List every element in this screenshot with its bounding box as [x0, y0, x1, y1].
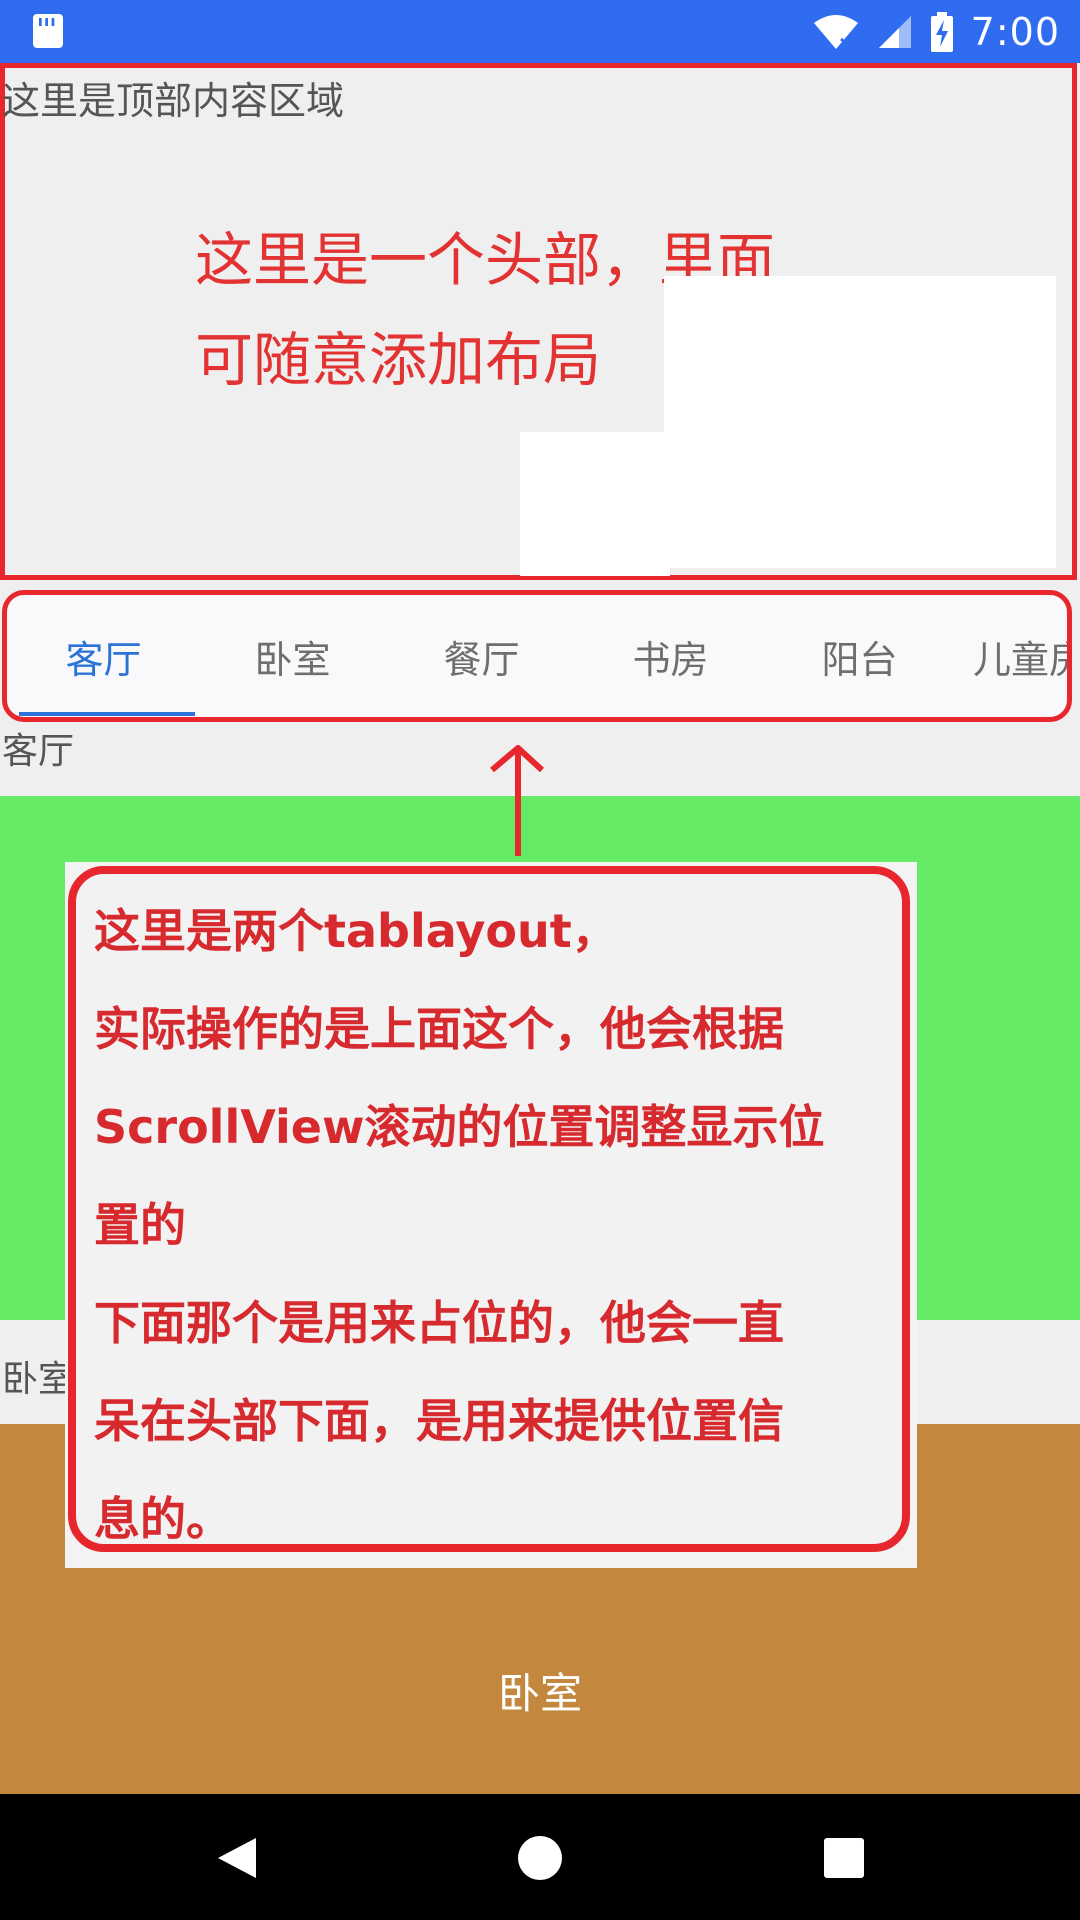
sd-card-icon [33, 14, 63, 48]
tab-kids-room[interactable]: 儿童房 [973, 595, 1067, 717]
annotation-note-line: 置的 [94, 1198, 186, 1252]
status-bar: 7:00 [0, 0, 1080, 63]
status-icons: 7:00 [813, 0, 1060, 63]
header-white-block [664, 276, 1056, 568]
header-white-block-small [520, 432, 670, 576]
annotation-note-line: 息的。 [94, 1492, 232, 1546]
tab-study[interactable]: 书房 [576, 595, 765, 717]
annotation-note-line: 呆在头部下面，是用来提供位置信 [94, 1394, 784, 1448]
annotation-note-line: 下面那个是用来占位的，他会一直 [94, 1296, 784, 1350]
bedroom-center-label: 卧室 [497, 1669, 582, 1718]
annotation-note-line: 实际操作的是上面这个，他会根据 [94, 1002, 784, 1056]
wifi-icon [813, 13, 859, 51]
tab-layout: 客厅 卧室 餐厅 书房 阳台 儿童房 [2, 590, 1072, 722]
annotation-note-line: ScrollView滚动的位置调整显示位 [94, 1100, 825, 1154]
recent-apps-icon[interactable] [824, 1838, 864, 1878]
tab-living-room[interactable]: 客厅 [9, 595, 198, 717]
tab-dining-room[interactable]: 餐厅 [387, 595, 576, 717]
tab-balcony[interactable]: 阳台 [765, 595, 954, 717]
annotation-note: 这里是两个tablayout， 实际操作的是上面这个，他会根据 ScrollVi… [94, 882, 854, 1568]
tab-indicator [19, 712, 195, 716]
home-icon[interactable] [518, 1836, 562, 1880]
section-label-bedroom: 卧室 [2, 1359, 75, 1400]
section-label-living-room: 客厅 [2, 731, 75, 772]
annotation-note-line: 这里是两个tablayout， [94, 904, 618, 958]
signal-icon [877, 14, 913, 50]
top-content-label: 这里是顶部内容区域 [2, 79, 345, 123]
arrow-up-icon [490, 745, 545, 856]
status-time: 7:00 [970, 9, 1060, 54]
battery-charging-icon [930, 11, 953, 52]
tab-bedroom[interactable]: 卧室 [198, 595, 387, 717]
back-icon[interactable] [216, 1836, 258, 1880]
